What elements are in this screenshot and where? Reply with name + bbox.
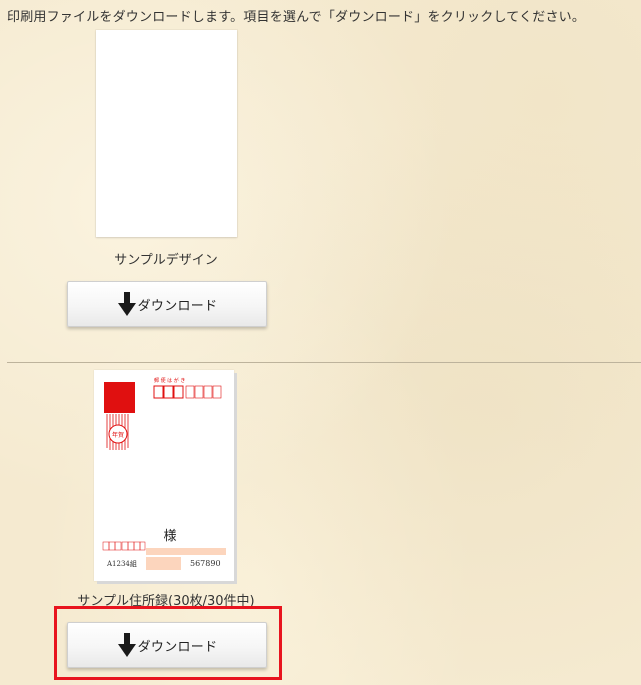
download-button-label: ダウンロード	[137, 298, 218, 314]
stamp-box	[104, 382, 135, 413]
download-button-label: ダウンロード	[137, 639, 218, 655]
sample-address-book-download-button[interactable]: ダウンロード	[67, 622, 267, 668]
section-divider	[7, 362, 641, 363]
sender-code: A1234組	[106, 559, 137, 568]
sample-address-book-caption: サンプル住所録(30枚/30件中)	[77, 594, 255, 609]
down-arrow-icon	[117, 633, 136, 657]
address-bar	[146, 548, 226, 555]
address-bar	[146, 557, 181, 570]
instruction-text: 印刷用ファイルをダウンロードします。項目を選んで「ダウンロード」をクリックしてく…	[7, 10, 586, 25]
sample-design-caption: サンプルデザイン	[114, 253, 218, 268]
postcard-honorific: 様	[163, 529, 176, 544]
sample-design-download-button[interactable]: ダウンロード	[67, 281, 267, 327]
sample-design-thumbnail[interactable]	[96, 30, 237, 237]
postmark-text: 年賀	[112, 431, 124, 439]
down-arrow-icon	[117, 292, 136, 316]
sample-address-book-thumbnail[interactable]: 年賀 郵 便 は が き 様 A1234組 567890	[94, 370, 234, 581]
sender-number: 567890	[190, 559, 221, 568]
postcard-header-text: 郵 便 は が き	[154, 377, 185, 384]
